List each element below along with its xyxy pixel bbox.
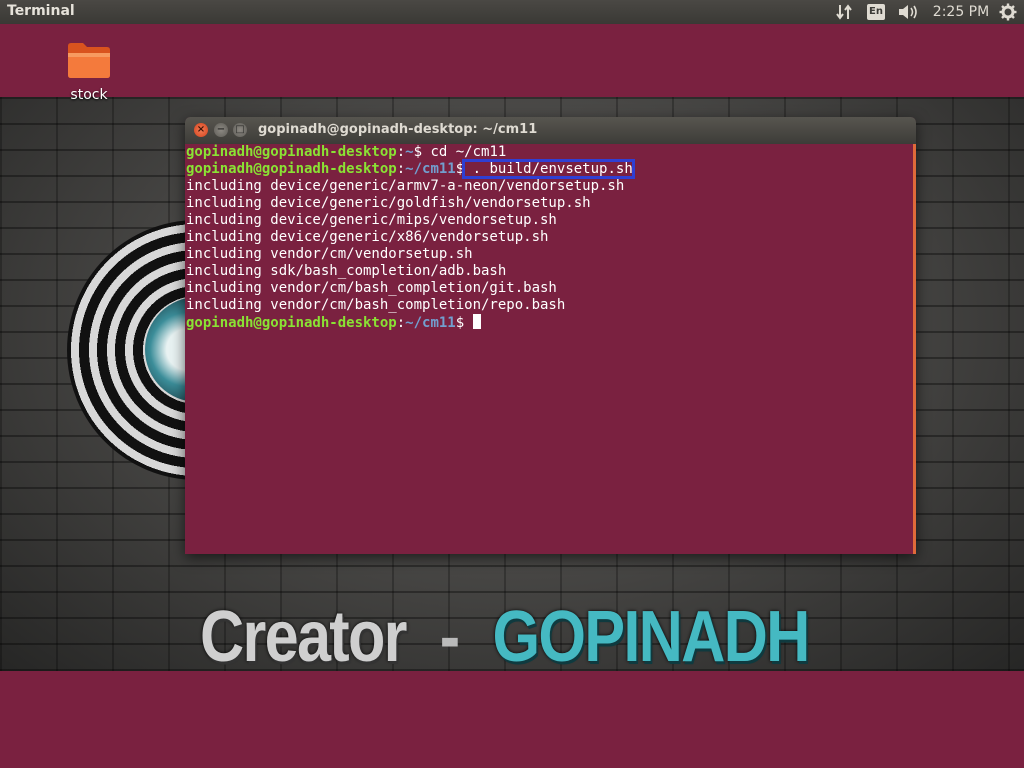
desktop-folder-label: stock xyxy=(70,87,108,103)
minimize-button[interactable]: − xyxy=(214,123,228,137)
keyboard-indicator[interactable]: En xyxy=(865,0,887,24)
maximize-button[interactable]: □ xyxy=(233,123,247,137)
terminal-line: gopinadh@gopinadh-desktop:~/cm11$ . buil… xyxy=(186,159,916,179)
wallpaper-text: Creator - GOPINADH xyxy=(200,597,810,671)
close-icon: × xyxy=(196,124,206,135)
clock[interactable]: 2:25 PM xyxy=(932,0,990,24)
output-line: including device/generic/armv7-a-neon/ve… xyxy=(186,178,625,194)
volume-icon xyxy=(899,5,917,19)
prompt-path: ~ xyxy=(405,144,414,160)
output-line: including sdk/bash_completion/adb.bash xyxy=(186,263,507,279)
terminal-titlebar[interactable]: × − □ gopinadh@gopinadh-desktop: ~/cm11 xyxy=(185,117,916,144)
maximize-icon: □ xyxy=(235,124,245,135)
prompt-user: gopinadh@gopinadh-desktop xyxy=(186,144,397,160)
output-line: including device/generic/x86/vendorsetup… xyxy=(186,229,549,245)
highlighted-command: . build/envsetup.sh xyxy=(462,159,635,179)
prompt-sigil: $ xyxy=(413,144,431,160)
prompt-sigil: $ xyxy=(455,161,465,177)
window-title: gopinadh@gopinadh-desktop: ~/cm11 xyxy=(258,122,538,137)
prompt-separator: : xyxy=(396,315,406,331)
terminal-line: gopinadh@gopinadh-desktop:~/cm11$ xyxy=(186,314,916,331)
prompt-user: gopinadh@gopinadh-desktop xyxy=(186,161,397,177)
top-panel: Terminal En 2:25 PM xyxy=(0,0,1024,24)
desktop-bottom xyxy=(0,671,1024,768)
text-cursor xyxy=(472,314,481,329)
volume-indicator[interactable] xyxy=(896,0,920,24)
output-line: including device/generic/goldfish/vendor… xyxy=(186,195,591,211)
output-line: including vendor/cm/vendorsetup.sh xyxy=(186,246,473,262)
network-icon xyxy=(836,4,852,20)
desktop-folder-stock[interactable]: stock xyxy=(58,40,120,103)
terminal-line: gopinadh@gopinadh-desktop:~$ cd ~/cm11 xyxy=(186,144,916,161)
prompt-path: ~/cm11 xyxy=(405,161,456,177)
active-app-title[interactable]: Terminal xyxy=(7,3,75,19)
output-line: including vendor/cm/bash_completion/git.… xyxy=(186,280,557,296)
prompt-separator: : xyxy=(396,161,406,177)
prompt-sigil: $ xyxy=(455,315,473,331)
wallpaper-creator-text: Creator xyxy=(200,597,407,671)
output-line: including vendor/cm/bash_completion/repo… xyxy=(186,297,566,313)
terminal-scrollbar[interactable] xyxy=(913,144,916,554)
terminal-output[interactable]: gopinadh@gopinadh-desktop:~$ cd ~/cm11 g… xyxy=(185,144,916,554)
close-button[interactable]: × xyxy=(194,123,208,137)
wallpaper-dash: - xyxy=(439,597,460,671)
session-menu[interactable] xyxy=(997,0,1019,24)
prompt-separator: : xyxy=(396,144,406,160)
system-gear-icon xyxy=(999,3,1017,21)
output-line: including device/generic/mips/vendorsetu… xyxy=(186,212,557,228)
prompt-user: gopinadh@gopinadh-desktop xyxy=(186,315,397,331)
command-text: cd ~/cm11 xyxy=(430,144,507,160)
minimize-icon: − xyxy=(216,124,226,135)
network-indicator[interactable] xyxy=(833,0,855,24)
folder-icon xyxy=(68,43,110,78)
prompt-path: ~/cm11 xyxy=(405,315,456,331)
wallpaper-name-text: GOPINADH xyxy=(492,597,810,671)
keyboard-icon: En xyxy=(867,4,885,20)
terminal-window[interactable]: × − □ gopinadh@gopinadh-desktop: ~/cm11 … xyxy=(185,117,916,554)
